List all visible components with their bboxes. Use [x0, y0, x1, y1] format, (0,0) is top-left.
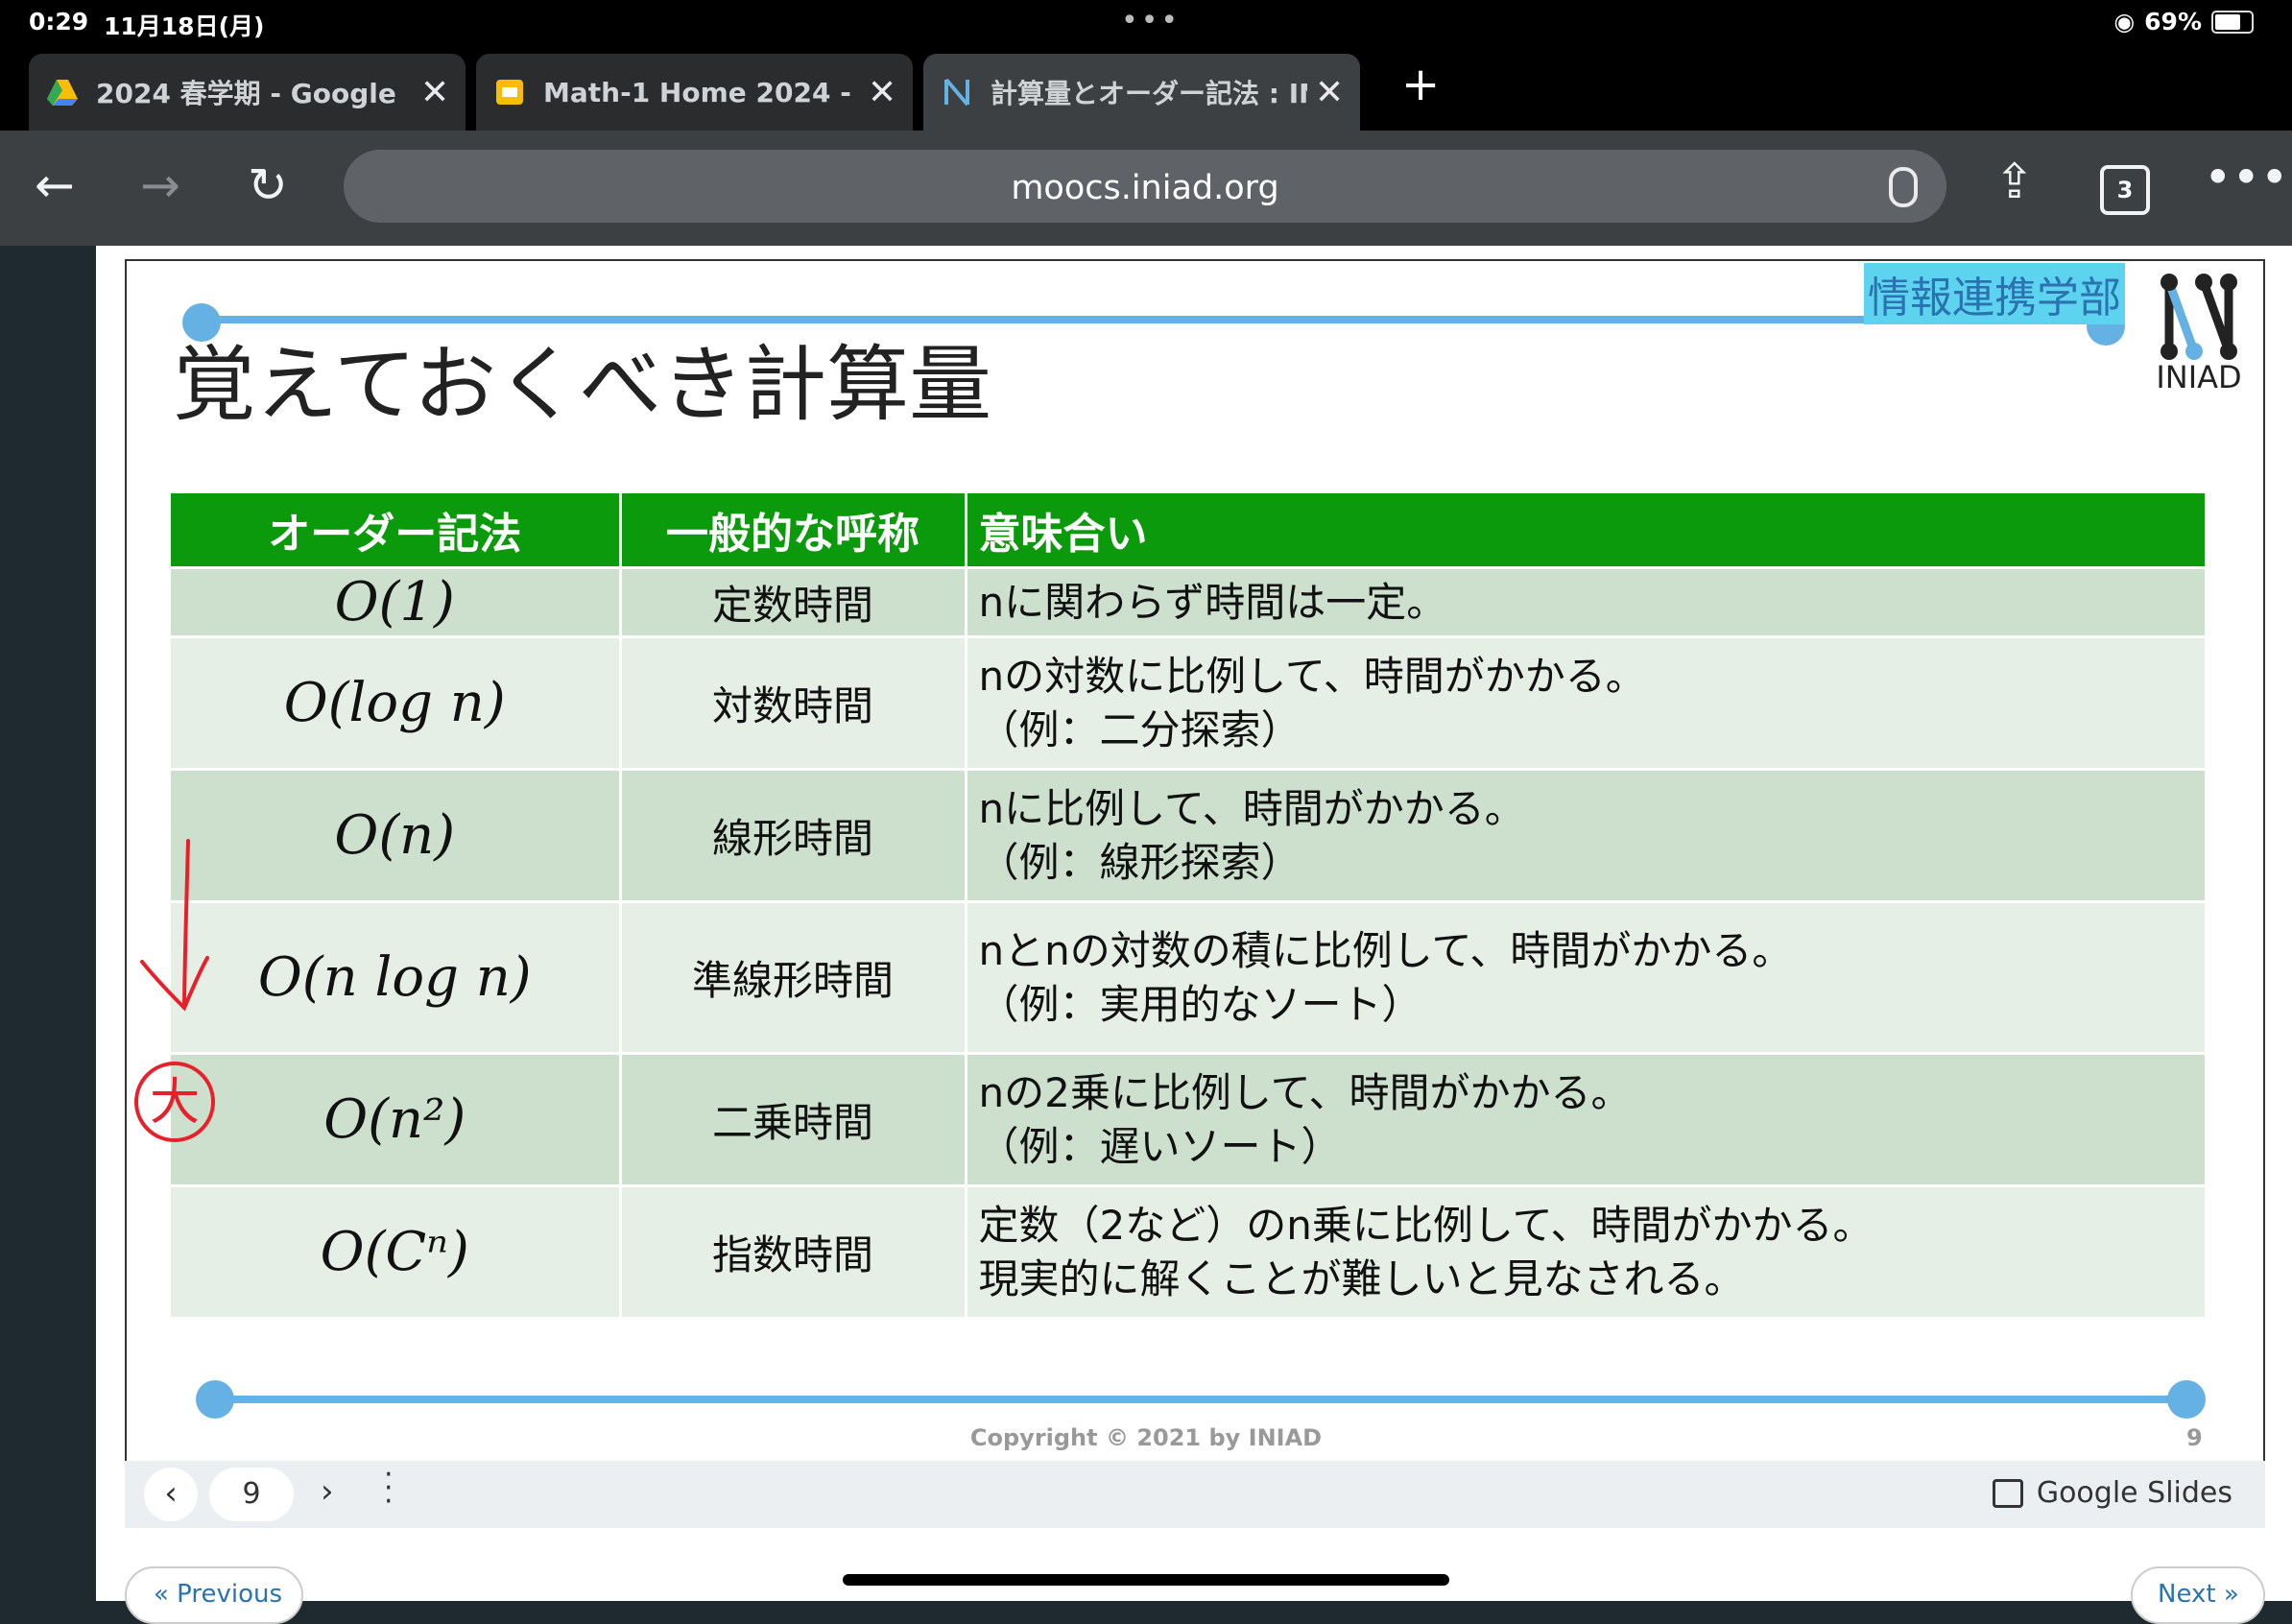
close-tab-icon[interactable]: ✕	[420, 73, 449, 112]
next-slide-icon[interactable]: ›	[321, 1472, 334, 1511]
google-drive-icon	[47, 80, 78, 106]
meaning-cell: nとnの対数の積に比例して、時間がかかる。 （例：実用的なソート）	[966, 901, 2208, 1055]
slide-title: 覚えておくべき計算量	[173, 337, 992, 433]
microphone-icon[interactable]	[1889, 167, 1918, 207]
close-tab-icon[interactable]: ✕	[1315, 73, 1344, 112]
meaning-line: nに比例して、時間がかかる。	[978, 784, 1525, 832]
name-cell: 線形時間	[620, 769, 967, 903]
tab-bar: 2024 春学期 - Google ド ✕ Math-1 Home 2024 -…	[0, 48, 2292, 131]
rule-dot-left	[196, 1380, 234, 1419]
complexity-table: オーダー記法 一般的な呼称 意味合い O(1) 定数時間 nに関わらず時間は一定…	[171, 493, 2208, 1320]
next-page-button[interactable]: Next »	[2131, 1566, 2265, 1624]
meaning-line: 現実的に解くことが難しいと見なされる。	[978, 1254, 1745, 1302]
meaning-line: nの2乗に比例して、時間がかかる。	[978, 1068, 1632, 1116]
name-cell: 定数時間	[620, 567, 967, 638]
page-number-input[interactable]: 9	[209, 1468, 294, 1521]
status-date: 11月18日(月)	[104, 12, 265, 40]
status-indicators: ◉ 69%	[2113, 8, 2254, 36]
iniad-logo	[2161, 274, 2237, 360]
share-icon[interactable]: ⇪	[1994, 154, 2035, 209]
meaning-cell: nの2乗に比例して、時間がかかる。 （例：遅いソート）	[966, 1053, 2208, 1187]
table-row: O(log n) 対数時間 nの対数に比例して、時間がかかる。 （例：二分探索）	[171, 636, 2208, 771]
url-text: moocs.iniad.org	[1011, 169, 1279, 207]
iniad-favicon-icon	[944, 78, 969, 107]
handwritten-arrow-annotation: 大	[134, 839, 215, 1142]
tab-title: 計算量とオーダー記法 : INIA	[991, 78, 1307, 109]
table-row: O(n²) 二乗時間 nの2乗に比例して、時間がかかる。 （例：遅いソート）	[171, 1053, 2208, 1187]
notation-cell: O(Cⁿ)	[171, 1185, 622, 1320]
home-indicator[interactable]	[843, 1574, 1449, 1586]
tab-title: Math-1 Home 2024 - Go	[543, 76, 860, 108]
meaning-example: （例：線形探索）	[978, 838, 1301, 886]
annotation-text: 大	[150, 1074, 200, 1132]
header-name: 一般的な呼称	[620, 493, 967, 569]
copyright-text: Copyright © 2021 by INIAD	[969, 1424, 1323, 1451]
header-notation: オーダー記法	[171, 493, 622, 569]
google-slides-icon	[496, 80, 523, 105]
more-vert-icon[interactable]: · · ·	[384, 1461, 394, 1517]
battery-icon	[2211, 10, 2254, 34]
name-cell: 準線形時間	[620, 901, 967, 1055]
meaning-example: （例：遅いソート）	[978, 1122, 1342, 1170]
department-label: 情報連携学部	[1864, 263, 2125, 324]
tab-count-button[interactable]: 3	[2100, 165, 2150, 215]
notation-cell: O(1)	[171, 567, 622, 638]
wifi-icon: ◉	[2113, 8, 2136, 36]
meaning-line: nとnの対数の積に比例して、時間がかかる。	[978, 926, 1793, 974]
table-row: O(1) 定数時間 nに関わらず時間は一定。	[171, 567, 2208, 638]
table-row: O(n) 線形時間 nに比例して、時間がかかる。 （例：線形探索）	[171, 769, 2208, 903]
status-time: 0:29	[29, 8, 89, 36]
previous-slide-icon[interactable]: ‹	[144, 1468, 198, 1521]
meaning-cell: nに比例して、時間がかかる。 （例：線形探索）	[966, 769, 2208, 903]
slides-icon	[1992, 1478, 2023, 1508]
slides-control-bar: ‹ 9 › · · · Google Slides	[125, 1461, 2265, 1528]
google-slides-link[interactable]: Google Slides	[1992, 1476, 2232, 1510]
slide-bottom-rule	[217, 1396, 2185, 1403]
table-row: O(Cⁿ) 指数時間 定数（2など）のn乗に比例して、時間がかかる。 現実的に解く…	[171, 1185, 2208, 1320]
meaning-line: nに関わらず時間は一定。	[978, 578, 1447, 626]
status-bar: 0:29 11月18日(月) ••• ◉ 69%	[0, 0, 2292, 48]
browser-toolbar: ← → ↻ moocs.iniad.org ⇪ 3 •••	[0, 131, 2292, 246]
forward-arrow-icon[interactable]: →	[140, 157, 180, 213]
meaning-cell: nに関わらず時間は一定。	[966, 567, 2208, 638]
battery-percent: 69%	[2144, 8, 2202, 36]
header-meaning: 意味合い	[966, 493, 2208, 569]
meaning-line: nの対数に比例して、時間がかかる。	[978, 652, 1646, 700]
tab-math-home[interactable]: Math-1 Home 2024 - Go ✕	[476, 54, 913, 131]
page-left-strip	[0, 246, 96, 1601]
table-header-row: オーダー記法 一般的な呼称 意味合い	[171, 493, 2208, 569]
more-options-icon[interactable]: •••	[2204, 150, 2288, 205]
logo-text: INIAD	[2156, 359, 2242, 395]
reload-icon[interactable]: ↻	[248, 157, 288, 213]
new-tab-icon[interactable]: +	[1401, 58, 1440, 111]
tab-current-course[interactable]: 計算量とオーダー記法 : INIA ✕	[923, 54, 1360, 131]
meaning-example: （例：実用的なソート）	[978, 980, 1422, 1028]
name-cell: 対数時間	[620, 636, 967, 771]
tab-google-drive[interactable]: 2024 春学期 - Google ド ✕	[29, 54, 466, 131]
meaning-cell: nの対数に比例して、時間がかかる。 （例：二分探索）	[966, 636, 2208, 771]
google-slides-label: Google Slides	[2036, 1476, 2232, 1510]
multitask-dots-icon[interactable]: •••	[1121, 4, 1181, 37]
rule-dot-right	[2167, 1380, 2206, 1419]
slide-page-number: 9	[2186, 1424, 2203, 1451]
close-tab-icon[interactable]: ✕	[868, 73, 896, 112]
previous-page-button[interactable]: « Previous	[125, 1566, 303, 1624]
notation-cell: O(log n)	[171, 636, 622, 771]
meaning-cell: 定数（2など）のn乗に比例して、時間がかかる。 現実的に解くことが難しいと見なされ…	[966, 1185, 2208, 1320]
name-cell: 指数時間	[620, 1185, 967, 1320]
back-arrow-icon[interactable]: ←	[35, 157, 75, 213]
address-bar[interactable]: moocs.iniad.org	[344, 150, 1946, 223]
meaning-line: 定数（2など）のn乗に比例して、時間がかかる。	[978, 1201, 1874, 1249]
table-row: O(n log n) 準線形時間 nとnの対数の積に比例して、時間がかかる。 （例…	[171, 901, 2208, 1055]
tab-title: 2024 春学期 - Google ド	[96, 78, 413, 109]
name-cell: 二乗時間	[620, 1053, 967, 1187]
meaning-example: （例：二分探索）	[978, 705, 1301, 753]
